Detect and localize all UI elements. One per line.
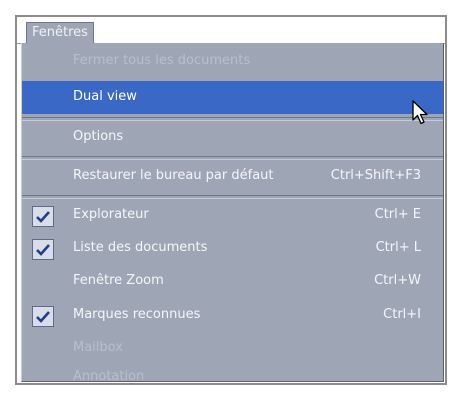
menu-item-shortcut: Ctrl+I	[383, 307, 421, 322]
menu-item-label: Options	[73, 129, 124, 144]
menu-fenetres[interactable]: Fenêtres	[25, 21, 95, 44]
checkmark-icon	[32, 239, 54, 260]
menu-item-options[interactable]: Options	[22, 121, 443, 154]
menu-item-label: Fermer tous les documents	[73, 53, 251, 68]
menu-item-label: Fenêtre Zoom	[73, 273, 164, 288]
menu-item-shortcut: Ctrl+W	[374, 273, 421, 288]
menu-item-shortcut: Ctrl+Shift+F3	[330, 168, 421, 183]
dropdown-menu: Fermer tous les documents Dual view Opti…	[21, 43, 444, 384]
checkmark-icon	[32, 306, 54, 327]
menu-item-fermer-tous[interactable]: Fermer tous les documents	[22, 45, 443, 78]
menu-item-restaurer-bureau[interactable]: Restaurer le bureau par défaut Ctrl+Shif…	[22, 160, 443, 193]
menu-item-annotation[interactable]: Annotation	[22, 365, 443, 384]
menu-item-mailbox[interactable]: Mailbox	[22, 332, 443, 365]
menu-item-label: Liste des documents	[73, 240, 208, 255]
menu-item-label: Explorateur	[73, 207, 149, 222]
menu-item-shortcut: Ctrl+ L	[375, 240, 421, 255]
checkmark-icon	[32, 206, 54, 227]
menu-item-explorateur[interactable]: Explorateur Ctrl+ E	[22, 199, 443, 232]
menu-item-label: Dual view	[73, 89, 137, 104]
menu-item-liste-documents[interactable]: Liste des documents Ctrl+ L	[22, 232, 443, 265]
menu-item-marques-reconnues[interactable]: Marques reconnues Ctrl+I	[22, 299, 443, 332]
menu-item-label: Restaurer le bureau par défaut	[73, 168, 274, 183]
menu-item-dual-view[interactable]: Dual view	[22, 81, 443, 114]
menu-bar: Fenêtres	[17, 17, 445, 44]
menu-item-label: Marques reconnues	[73, 307, 201, 322]
window-frame: Fenêtres Fermer tous les documents Dual …	[15, 15, 447, 385]
menu-item-label: Annotation	[73, 369, 145, 384]
menu-item-fenetre-zoom[interactable]: Fenêtre Zoom Ctrl+W	[22, 265, 443, 298]
menu-item-label: Mailbox	[73, 340, 123, 355]
menu-item-shortcut: Ctrl+ E	[374, 207, 421, 222]
mouse-pointer-icon	[412, 100, 430, 130]
